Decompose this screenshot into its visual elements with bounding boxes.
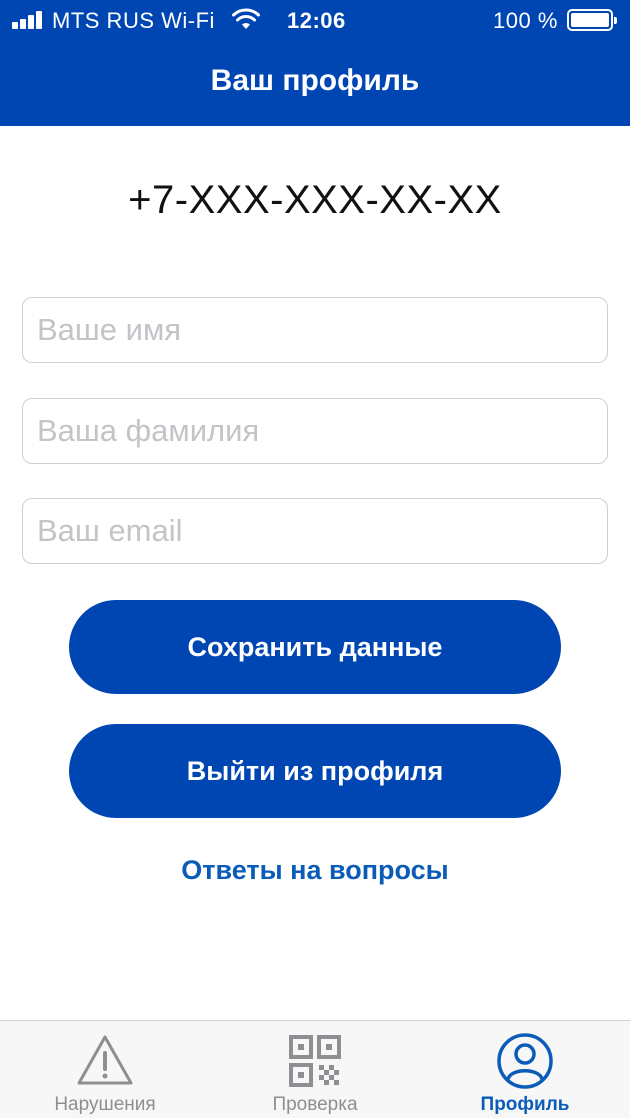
tab-profile-label: Профиль — [480, 1094, 570, 1115]
email-input[interactable] — [22, 498, 608, 564]
status-time: 12:06 — [287, 8, 346, 33]
save-data-button[interactable]: Сохранить данные — [69, 600, 561, 694]
wifi-icon — [232, 8, 260, 29]
profile-icon — [497, 1033, 553, 1089]
header-bar: MTS RUS Wi-Fi 12:06 100 % Ваш профиль — [0, 0, 630, 126]
carrier-name: MTS RUS Wi-Fi — [52, 8, 215, 33]
profile-screen: MTS RUS Wi-Fi 12:06 100 % Ваш профиль +7… — [0, 0, 630, 1118]
warning-icon — [77, 1035, 133, 1085]
logout-button[interactable]: Выйти из профиля — [69, 724, 561, 818]
tab-check-label: Проверка — [272, 1094, 358, 1115]
battery-icon — [567, 9, 617, 31]
signal-icon — [12, 11, 46, 29]
faq-link[interactable]: Ответы на вопросы — [0, 855, 630, 886]
surname-input[interactable] — [22, 398, 608, 464]
status-bar: MTS RUS Wi-Fi 12:06 100 % — [0, 0, 630, 40]
name-input[interactable] — [22, 297, 608, 363]
tab-profile[interactable]: Профиль — [420, 1021, 630, 1118]
tab-check[interactable]: Проверка — [210, 1021, 420, 1118]
tab-violations[interactable]: Нарушения — [0, 1021, 210, 1118]
page-title: Ваш профиль — [210, 64, 420, 97]
phone-number: +7-XXX-XXX-XX-XX — [128, 178, 502, 222]
tab-bar: Нарушения Проверка Профиль — [0, 1020, 630, 1118]
battery-percent: 100 % — [493, 8, 558, 33]
qr-code-icon — [289, 1035, 341, 1087]
tab-violations-label: Нарушения — [54, 1094, 156, 1115]
